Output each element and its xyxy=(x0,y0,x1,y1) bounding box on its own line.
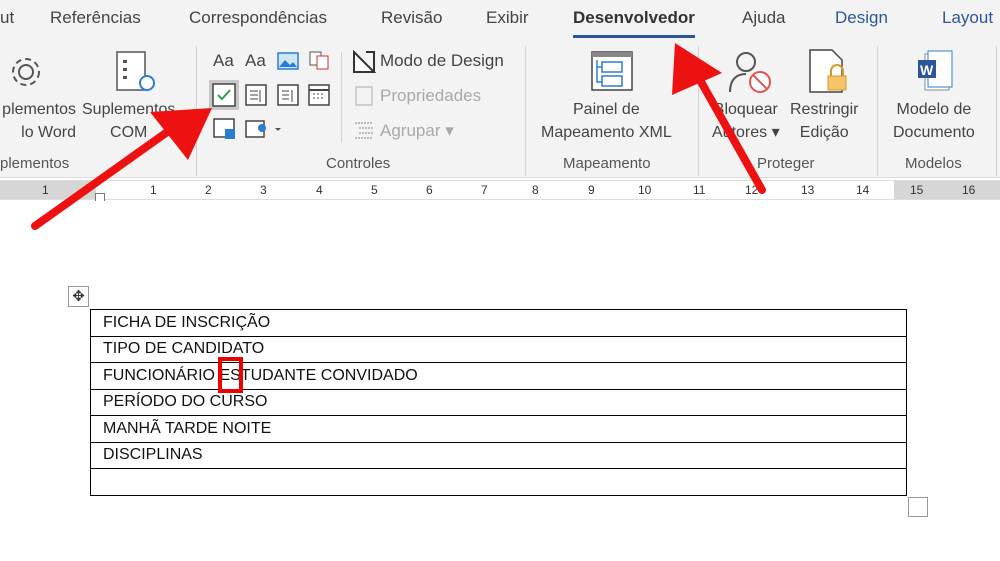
properties-button[interactable]: Propriedades xyxy=(380,86,481,106)
picture-control-icon[interactable] xyxy=(277,52,299,70)
table-move-handle-icon[interactable]: ✥ xyxy=(68,286,89,307)
document-template-icon: W xyxy=(918,50,953,91)
table-cell[interactable]: DISCIPLINAS xyxy=(90,441,907,469)
svg-text:W: W xyxy=(920,62,934,78)
building-block-icon[interactable] xyxy=(308,50,330,72)
separator xyxy=(996,46,997,176)
com-addins-icon xyxy=(116,51,155,91)
table-cell[interactable]: FICHA DE INSCRIÇÃO xyxy=(90,309,907,337)
ruler-number: 9 xyxy=(588,183,595,197)
group-label-addins: plementos xyxy=(0,155,70,172)
ruler-number: 3 xyxy=(260,183,267,197)
ruler-number: 4 xyxy=(316,183,323,197)
tab-layout[interactable]: ut xyxy=(0,8,14,28)
table-row: DISCIPLINAS xyxy=(90,441,907,469)
com-addins-button[interactable]: Suplementos COM xyxy=(82,98,175,144)
dropdown-list-icon[interactable] xyxy=(277,84,299,106)
rich-text-control-icon[interactable]: Aa xyxy=(213,51,234,71)
horizontal-ruler[interactable]: 1 1 2 3 4 5 6 7 8 9 10 11 12 13 14 15 16 xyxy=(0,180,1000,203)
design-mode-icon xyxy=(353,50,376,73)
ruler-number: 14 xyxy=(856,183,870,197)
table-row: MANHÃ TARDE NOITE xyxy=(90,415,907,443)
combo-box-icon[interactable] xyxy=(245,84,267,106)
tab-exibir[interactable]: Exibir xyxy=(486,8,529,28)
group-label-mapping: Mapeamento xyxy=(563,155,651,172)
tab-table-layout[interactable]: Layout xyxy=(942,8,993,28)
form-table: FICHA DE INSCRIÇÃO TIPO DE CANDIDATO FUN… xyxy=(90,309,907,496)
group-label-protect: Proteger xyxy=(757,155,815,172)
table-cell[interactable]: FUNCIONÁRIO ESTUDANTE CONVIDADO xyxy=(90,362,907,390)
block-authors-icon xyxy=(729,52,771,93)
ruler-number: 2 xyxy=(205,183,212,197)
table-row: FICHA DE INSCRIÇÃO xyxy=(90,309,907,337)
ruler-number: 1 xyxy=(42,183,49,197)
ribbon: plementos lo Word Suplementos COM plemen… xyxy=(0,38,1000,178)
legacy-tools-icon[interactable] xyxy=(213,118,237,140)
tab-referencias[interactable]: Referências xyxy=(50,8,141,28)
cursor-highlight-box xyxy=(218,357,243,393)
restrict-editing-icon xyxy=(809,49,847,93)
separator xyxy=(877,46,878,176)
table-cell[interactable]: PERÍODO DO CURSO xyxy=(90,388,907,416)
properties-icon xyxy=(355,86,373,106)
ruler-number: 7 xyxy=(481,183,488,197)
group-label-templates: Modelos xyxy=(905,155,962,172)
document-template-button[interactable]: Modelo de Documento xyxy=(893,98,975,144)
group-label-controls: Controles xyxy=(326,155,391,172)
separator xyxy=(698,46,699,176)
ruler-number: 6 xyxy=(426,183,433,197)
separator xyxy=(525,46,526,176)
restrict-editing-button[interactable]: Restringir Edição xyxy=(790,98,858,144)
design-mode-button[interactable]: Modo de Design xyxy=(380,51,504,71)
xml-mapping-icon xyxy=(591,51,633,91)
ruler-number: 12 xyxy=(745,183,759,197)
xml-mapping-pane-button[interactable]: Painel de Mapeamento XML xyxy=(541,98,672,144)
ribbon-tabs: ut Referências Correspondências Revisão … xyxy=(0,0,1000,38)
tab-revisao[interactable]: Revisão xyxy=(381,8,442,28)
table-row: PERÍODO DO CURSO xyxy=(90,388,907,416)
table-cell[interactable]: TIPO DE CANDIDATO xyxy=(90,335,907,363)
repeating-section-icon[interactable] xyxy=(245,118,285,140)
checkbox-control-button[interactable] xyxy=(209,80,239,110)
table-row xyxy=(90,468,907,496)
ruler-number: 13 xyxy=(801,183,815,197)
ruler-number: 10 xyxy=(638,183,652,197)
tab-desenvolvedor[interactable]: Desenvolvedor xyxy=(573,8,695,38)
ruler-number: 1 xyxy=(150,183,157,197)
tab-correspondencias[interactable]: Correspondências xyxy=(189,8,327,28)
date-picker-icon[interactable] xyxy=(308,84,330,106)
ruler-number: 16 xyxy=(962,183,976,197)
group-icon xyxy=(355,122,373,139)
table-resize-handle[interactable] xyxy=(908,497,928,517)
separator xyxy=(196,46,197,176)
ruler-number: 11 xyxy=(693,183,706,197)
ruler-number: 8 xyxy=(532,183,539,197)
tab-design[interactable]: Design xyxy=(835,8,888,28)
table-cell[interactable]: MANHÃ TARDE NOITE xyxy=(90,415,907,443)
word-addins-button[interactable]: plementos lo Word xyxy=(0,98,76,144)
ruler-number: 5 xyxy=(371,183,378,197)
table-row: TIPO DE CANDIDATO xyxy=(90,335,907,363)
gear-icon xyxy=(12,58,40,86)
block-authors-label: Bloquear Autores xyxy=(712,101,778,141)
group-button[interactable]: Agrupar ▾ xyxy=(380,121,454,141)
plain-text-control-icon[interactable]: Aa xyxy=(245,51,266,71)
checkbox-icon xyxy=(212,83,236,107)
tab-ajuda[interactable]: Ajuda xyxy=(742,8,785,28)
ruler-number: 15 xyxy=(910,183,924,197)
separator xyxy=(341,52,342,142)
table-cell[interactable] xyxy=(90,468,907,496)
block-authors-button[interactable]: Bloquear Autores ▾ xyxy=(712,98,780,144)
group-button-label: Agrupar xyxy=(380,121,441,140)
table-row: FUNCIONÁRIO ESTUDANTE CONVIDADO xyxy=(90,362,907,390)
